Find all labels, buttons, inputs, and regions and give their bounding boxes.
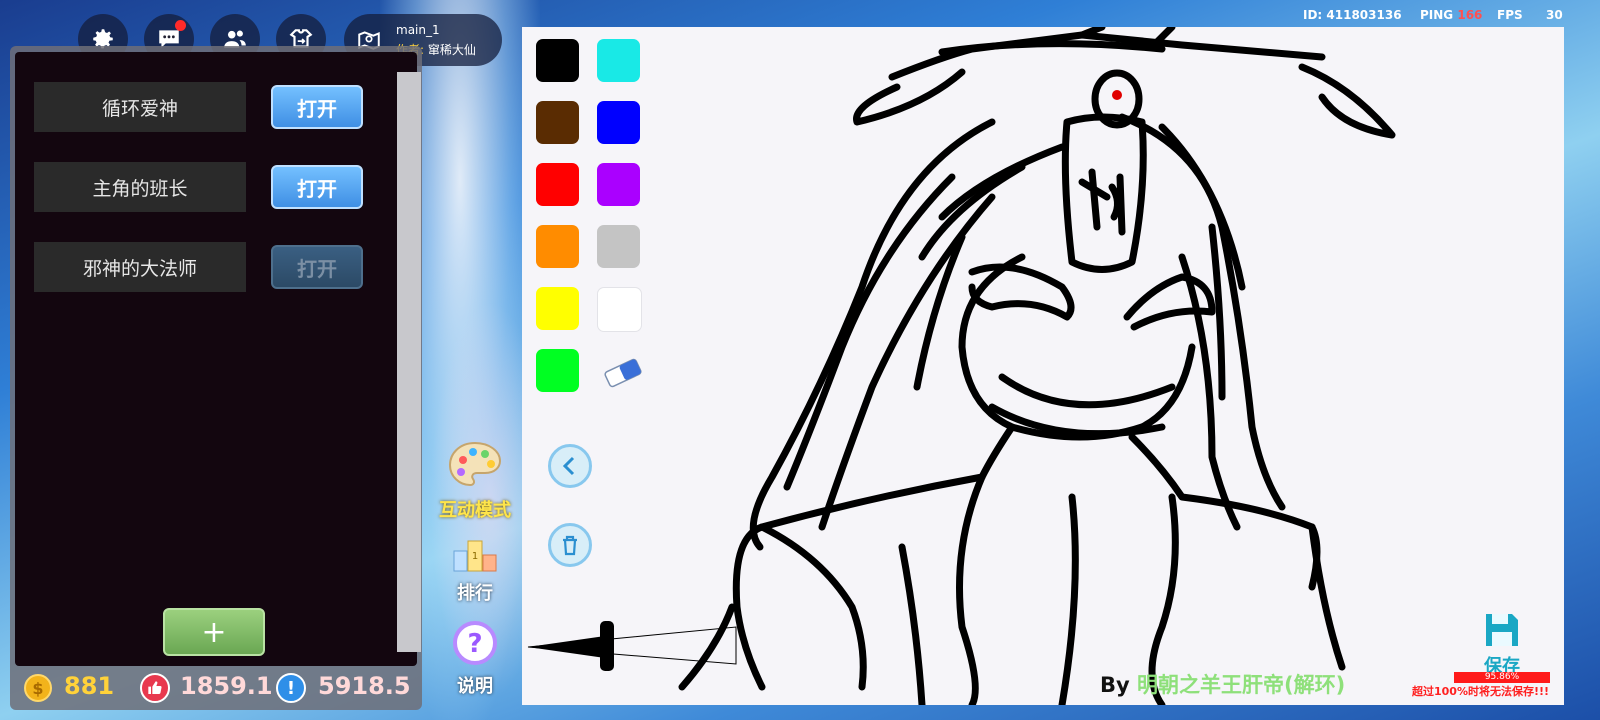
question-icon: ? (453, 621, 497, 665)
help-button[interactable]: ? 说明 (434, 620, 516, 698)
palette-icon (448, 441, 502, 487)
ranking-label: 排行 (457, 583, 493, 604)
list-scrollbar[interactable] (397, 72, 421, 652)
open-button-3-disabled: 打开 (271, 245, 363, 289)
list-item-label: 主角的班长 (34, 162, 246, 212)
interactive-mode-button[interactable]: 互动模式 (434, 440, 516, 522)
storage-percent: 95.86% (1454, 672, 1550, 683)
notification-dot (175, 20, 186, 31)
like-count: 1859.1 (180, 672, 273, 700)
svg-text:?: ? (467, 629, 482, 659)
floppy-disk-icon (1486, 614, 1518, 646)
podium-icon: 1 (453, 540, 497, 572)
points-count: 5918.5 (318, 672, 411, 700)
list-item-label: 邪神的大法师 (34, 242, 246, 292)
save-button[interactable]: 保存 (1472, 610, 1532, 678)
player-id: ID: 411803136 (1303, 8, 1402, 22)
add-drawing-button[interactable]: + (163, 608, 265, 656)
coin-count: 881 (64, 672, 115, 700)
open-button-2[interactable]: 打开 (271, 165, 363, 209)
list-item-label: 循环爱神 (34, 82, 246, 132)
coin-icon: $ (24, 674, 52, 702)
artist-name: 明朝之羊王肝帝(解环) (1137, 673, 1346, 697)
help-label: 说明 (457, 676, 493, 697)
credit-prefix: By (1100, 673, 1130, 697)
open-button-1[interactable]: 打开 (271, 85, 363, 129)
interactive-mode-label: 互动模式 (439, 500, 511, 521)
map-name: main_1 (396, 23, 440, 37)
ping-readout: PING 166 (1420, 8, 1482, 22)
svg-text:1: 1 (472, 551, 478, 562)
exclamation-icon: ! (276, 673, 306, 703)
drawing-list: 循环爱神 打开 主角的班长 打开 邪神的大法师 打开 + (15, 52, 421, 666)
ping-value: 166 (1457, 8, 1483, 22)
artwork (678, 27, 1396, 705)
thumbs-up-icon (140, 673, 170, 703)
ranking-button[interactable]: 1 排行 (434, 535, 516, 605)
fps-value: 30 (1546, 8, 1563, 22)
fps-label: FPS (1497, 8, 1523, 22)
ping-label: PING (1420, 8, 1454, 22)
drawing-canvas[interactable]: By 明朝之羊王肝帝(解环) 保存 95.86% 超过100%时将无法保存!!! (522, 27, 1564, 705)
stats-bar: $ 881 1859.1 ! 5918.5 (10, 666, 422, 710)
storage-warning: 超过100%时将无法保存!!! (1412, 685, 1550, 698)
drawing-list-panel: 循环爱神 打开 主角的班长 打开 邪神的大法师 打开 + $ 881 1859.… (10, 46, 422, 710)
artist-credit: By 明朝之羊王肝帝(解环) (1100, 669, 1345, 699)
author-name: 窜稀大仙 (427, 43, 476, 57)
